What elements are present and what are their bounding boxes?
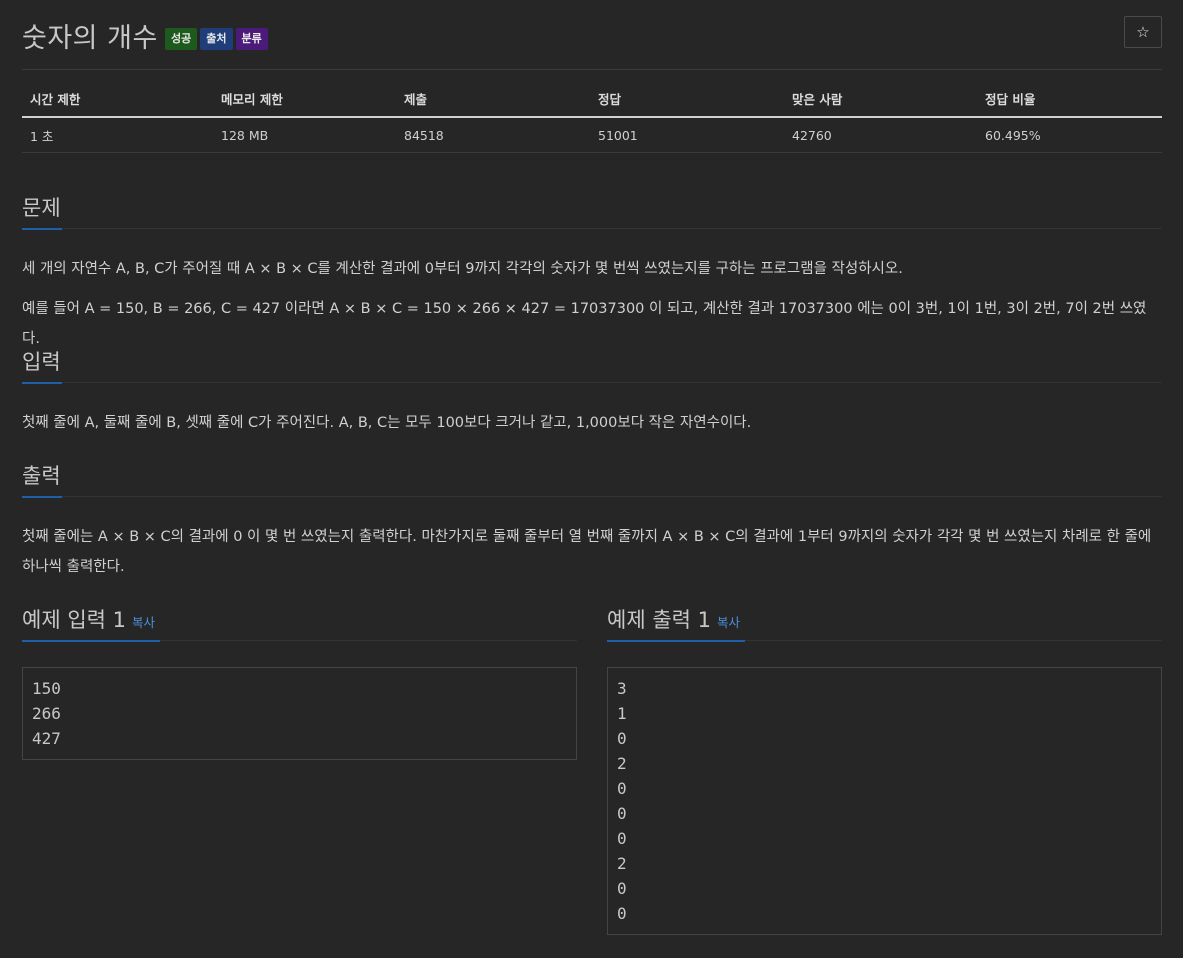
source-badge[interactable]: 출처 [200,28,233,50]
heading-underline [22,640,160,642]
sample-output-line: 2 [617,754,627,773]
sample-input-line: 266 [32,704,61,723]
input-heading: 입력 [22,350,61,374]
info-table-header-row: 시간 제한 메모리 제한 제출 정답 맞은 사람 정답 비율 [22,89,1162,118]
value-memory-limit: 128 MB [213,117,396,153]
sample-output-line: 0 [617,829,627,848]
sample-input-box[interactable]: 150 266 427 [22,667,577,760]
output-description: 첫째 줄에는 A × B × C의 결과에 0 이 몇 번 쓰였는지 출력한다.… [22,529,1152,575]
sample-output-line: 0 [617,729,627,748]
value-accepted: 51001 [590,117,784,153]
sample-output-panel: 예제 출력 1 복사 3 1 0 2 0 0 0 2 0 0 [607,604,1162,935]
header-memory-limit: 메모리 제한 [213,89,396,118]
title-divider [22,69,1162,70]
output-section-heading: 출력 [22,460,1162,498]
header-accept-ratio: 정답 비율 [977,89,1162,118]
copy-sample-output-link[interactable]: 복사 [717,615,740,630]
sample-output-heading: 예제 출력 1 복사 [607,604,740,634]
sample-output-line: 0 [617,779,627,798]
sample-output-box[interactable]: 3 1 0 2 0 0 0 2 0 0 [607,667,1162,935]
output-heading: 출력 [22,464,61,488]
input-description: 첫째 줄에 A, 둘째 줄에 B, 셋째 줄에 C가 주어진다. A, B, C… [22,415,752,431]
heading-underline [22,228,62,230]
problem-heading: 문제 [22,196,61,220]
input-section-heading: 입력 [22,346,1162,384]
title-row: 숫자의 개수 성공 출처 분류 ☆ [22,14,1162,54]
header-submissions: 제출 [396,89,590,118]
header-solved-users: 맞은 사람 [784,89,977,118]
page-title: 숫자의 개수 [22,23,158,54]
sample-input-heading-row: 예제 입력 1 복사 [22,604,577,642]
value-time-limit: 1 초 [22,117,213,153]
sample-output-line: 0 [617,804,627,823]
problem-section-heading: 문제 [22,192,1162,230]
star-icon: ☆ [1136,23,1150,41]
header-time-limit: 시간 제한 [22,89,213,118]
sample-input-line: 150 [32,679,61,698]
sample-output-line: 2 [617,854,627,873]
sample-output-line: 1 [617,704,627,723]
badge-group: 성공 출처 분류 [165,28,268,50]
value-accept-ratio: 60.495% [977,117,1162,153]
category-badge[interactable]: 분류 [235,28,268,50]
sample-input-panel: 예제 입력 1 복사 150 266 427 [22,604,577,760]
sample-output-title: 예제 출력 1 [607,608,711,632]
sample-input-heading: 예제 입력 1 복사 [22,604,155,634]
sample-output-line: 0 [617,879,627,898]
heading-underline [22,496,62,498]
heading-underline [22,382,62,384]
favorite-button[interactable]: ☆ [1124,16,1162,48]
heading-underline [607,640,745,642]
header-accepted: 정답 [590,89,784,118]
success-badge[interactable]: 성공 [165,28,198,50]
sample-output-line: 3 [617,679,627,698]
sample-output-heading-row: 예제 출력 1 복사 [607,604,1162,642]
sample-output-line: 0 [617,904,627,923]
copy-sample-input-link[interactable]: 복사 [132,615,155,630]
info-table-row: 1 초 128 MB 84518 51001 42760 60.495% [22,117,1162,153]
value-submissions: 84518 [396,117,590,153]
problem-description-2: 예를 들어 A = 150, B = 266, C = 427 이라면 A × … [22,301,1147,347]
problem-info-table: 시간 제한 메모리 제한 제출 정답 맞은 사람 정답 비율 1 초 128 M… [22,89,1162,153]
value-solved-users: 42760 [784,117,977,153]
sample-input-line: 427 [32,729,61,748]
problem-description-1: 세 개의 자연수 A, B, C가 주어질 때 A × B × C를 계산한 결… [22,261,903,277]
sample-input-title: 예제 입력 1 [22,608,126,632]
